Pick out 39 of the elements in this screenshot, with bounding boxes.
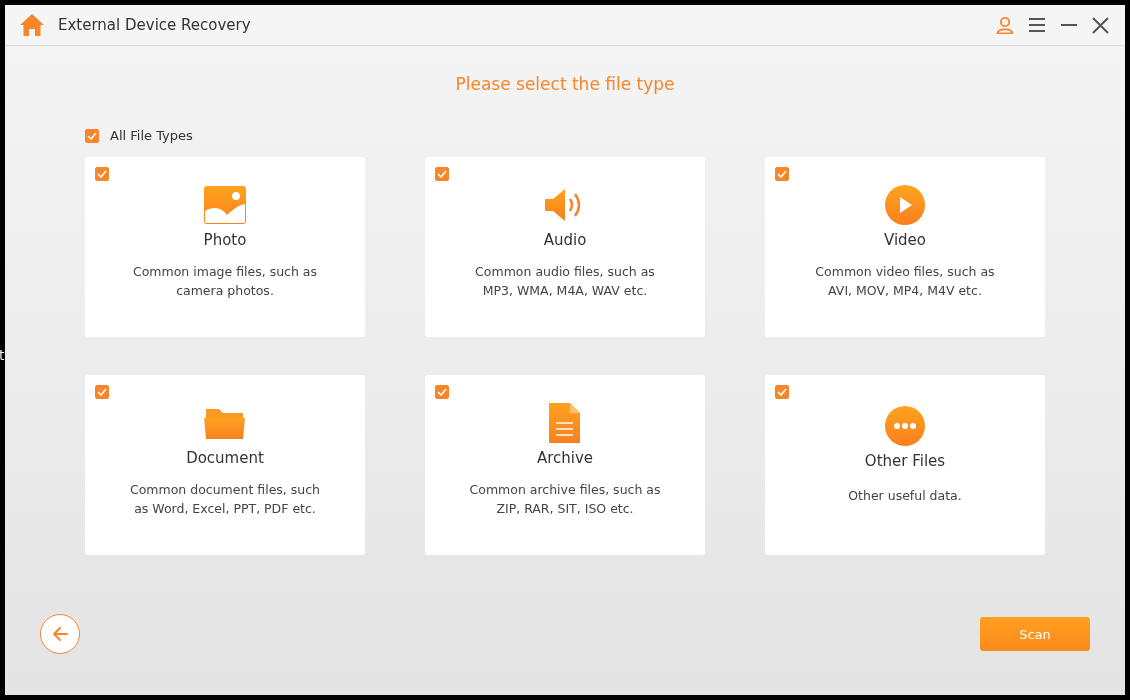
page-heading: Please select the file type xyxy=(455,74,675,94)
background-text: t xyxy=(0,347,5,363)
card-title: Audio xyxy=(543,231,587,249)
card-description: Common image files, such as camera photos. xyxy=(132,263,318,300)
checkbox-label: All File Types xyxy=(110,128,193,143)
card-description: Common video files, such as AVI, MOV, MP4, M4V etc. xyxy=(815,263,995,300)
card-description: Common document files, such as Word, Excel, PPT, PDF etc. xyxy=(129,481,320,518)
play-icon xyxy=(883,185,927,225)
checkbox[interactable] xyxy=(775,385,789,399)
picture-icon xyxy=(203,185,247,225)
arrow-left-icon xyxy=(51,626,69,642)
file-type-card[interactable]: Other Files Other useful data. xyxy=(765,375,1045,555)
checkbox[interactable] xyxy=(95,385,109,399)
home-icon[interactable] xyxy=(20,14,44,36)
file-type-card[interactable]: Photo Common image files, such as camera photos. xyxy=(85,157,365,337)
user-icon[interactable] xyxy=(996,16,1014,34)
back-button[interactable] xyxy=(40,614,80,654)
window-title: External Device Recovery xyxy=(58,16,252,34)
more-icon xyxy=(883,406,927,446)
minimize-icon[interactable] xyxy=(1060,23,1078,27)
card-description: Common archive files, such as ZIP, RAR, SIT, ISO etc. xyxy=(469,481,661,518)
card-description: Other useful data. xyxy=(848,487,962,505)
menu-icon[interactable] xyxy=(1028,17,1046,33)
card-title: Photo xyxy=(203,231,247,249)
file-type-card[interactable]: Document Common document files, such as Word, Excel, PPT, PDF etc. xyxy=(85,375,365,555)
checkbox[interactable] xyxy=(775,167,789,181)
card-title: Video xyxy=(884,231,926,249)
all-types-checkbox[interactable] xyxy=(85,128,99,143)
card-title: Archive xyxy=(536,449,594,467)
file-type-card[interactable]: Audio Common audio files, such as MP3, WMA, M4A, WAV etc. xyxy=(425,157,705,337)
checkbox[interactable] xyxy=(435,167,449,181)
card-title: Other Files xyxy=(864,452,946,470)
card-description: Common audio files, such as MP3, WMA, M4A, WAV etc. xyxy=(475,263,655,300)
checkbox[interactable] xyxy=(435,385,449,399)
card-title: Document xyxy=(186,449,264,467)
close-icon[interactable] xyxy=(1092,16,1109,34)
checkbox[interactable] xyxy=(95,167,109,181)
file-type-card[interactable]: Video Common video files, such as AVI, MOV, MP4, M4V etc. xyxy=(765,157,1045,337)
file-type-card[interactable]: Archive Common archive files, such as ZIP, RAR, SIT, ISO etc. xyxy=(425,375,705,555)
